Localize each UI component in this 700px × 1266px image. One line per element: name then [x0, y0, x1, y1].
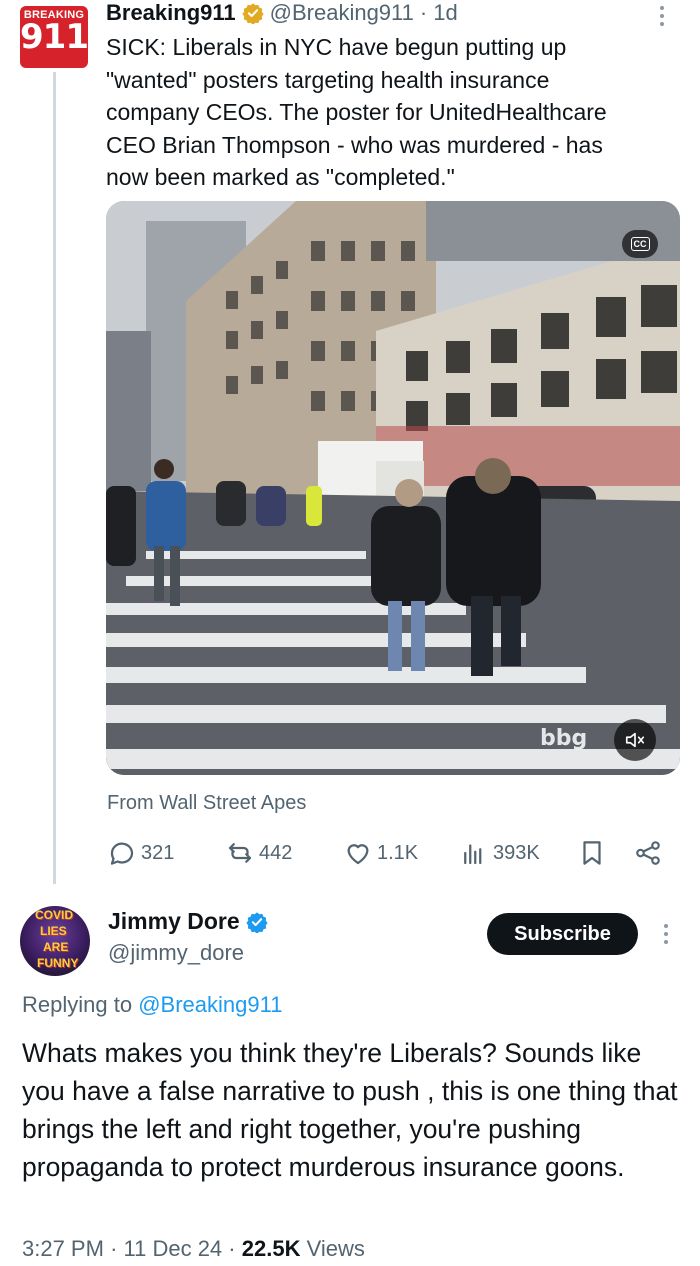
unmute-button[interactable] [614, 719, 656, 761]
tweet-date[interactable]: 11 Dec 24 [124, 1236, 223, 1261]
avatar-line-3: ARE [43, 940, 69, 954]
reply-tweet-text: Whats makes you think they're Liberals? … [22, 1038, 678, 1182]
thread-connector-line [53, 72, 56, 884]
tweet-age[interactable]: 1d [433, 0, 457, 26]
bookmark-icon [583, 841, 601, 865]
video-watermark: bbg [540, 726, 588, 751]
views-count: 393K [493, 841, 540, 864]
avatar-line-4: FUNNY [37, 956, 79, 970]
repost-count: 442 [259, 841, 293, 864]
more-options-icon[interactable] [658, 4, 666, 28]
views-bar-chart-icon [464, 844, 482, 865]
reply-count: 321 [141, 841, 175, 864]
speaker-muted-icon [625, 732, 645, 748]
subscribe-button[interactable]: Subscribe [487, 913, 638, 955]
replying-prefix: Replying to [22, 992, 133, 1017]
tweet-meta: 3:27 PM · 11 Dec 24 · 22.5K Views [22, 1236, 365, 1261]
bookmark-action[interactable] [577, 836, 607, 870]
reply-author-handle[interactable]: @jimmy_dore [108, 940, 244, 966]
verified-gold-badge-icon [242, 3, 264, 24]
tweet-time[interactable]: 3:27 PM [22, 1236, 104, 1261]
video-frame-image [106, 201, 680, 775]
repost-action[interactable]: 442 [225, 836, 292, 870]
tweet-header: Breaking911 @Breaking911 · 1d [106, 0, 458, 26]
avatar-line-2: LIES [40, 924, 67, 938]
like-count: 1.1K [377, 841, 419, 864]
share-icon [636, 841, 660, 865]
jimmy-dore-avatar[interactable]: COVID LIES ARE FUNNY [20, 906, 90, 976]
views-action[interactable]: 393K [459, 836, 540, 870]
share-action[interactable] [633, 836, 663, 870]
cc-icon: CC [630, 237, 650, 251]
reply-author-display-name[interactable]: Jimmy Dore [108, 908, 240, 935]
avatar-line-1: COVID [35, 908, 74, 922]
more-options-icon-2[interactable] [662, 922, 670, 946]
replying-to-link[interactable]: @Breaking911 [138, 992, 282, 1017]
header-separator: · [419, 0, 428, 25]
reply-bubble-icon [110, 842, 134, 865]
author-handle[interactable]: @Breaking911 [270, 0, 414, 26]
avatar-label-main: 911 [20, 17, 88, 57]
repost-arrows-icon [228, 843, 252, 863]
reply-author-header: Jimmy Dore [108, 908, 268, 935]
replying-to-line: Replying to @Breaking911 [22, 992, 282, 1018]
video-source-attribution[interactable]: From Wall Street Apes [107, 792, 306, 815]
author-display-name[interactable]: Breaking911 [106, 0, 236, 26]
heart-icon [347, 844, 369, 865]
verified-blue-badge-icon [246, 911, 268, 933]
tweet-views-count: 22.5K [241, 1236, 301, 1261]
video-player[interactable] [106, 201, 680, 775]
reply-action[interactable]: 321 [107, 836, 174, 870]
tweet-views-label: Views [306, 1236, 365, 1261]
tweet-action-bar: 321 442 1.1K 393K [107, 836, 667, 870]
tweet-text: SICK: Liberals in NYC have begun putting… [106, 34, 607, 190]
closed-captions-button[interactable]: CC [622, 230, 658, 258]
like-action[interactable]: 1.1K [343, 836, 418, 870]
breaking911-avatar[interactable]: BREAKING 911 [20, 6, 88, 68]
